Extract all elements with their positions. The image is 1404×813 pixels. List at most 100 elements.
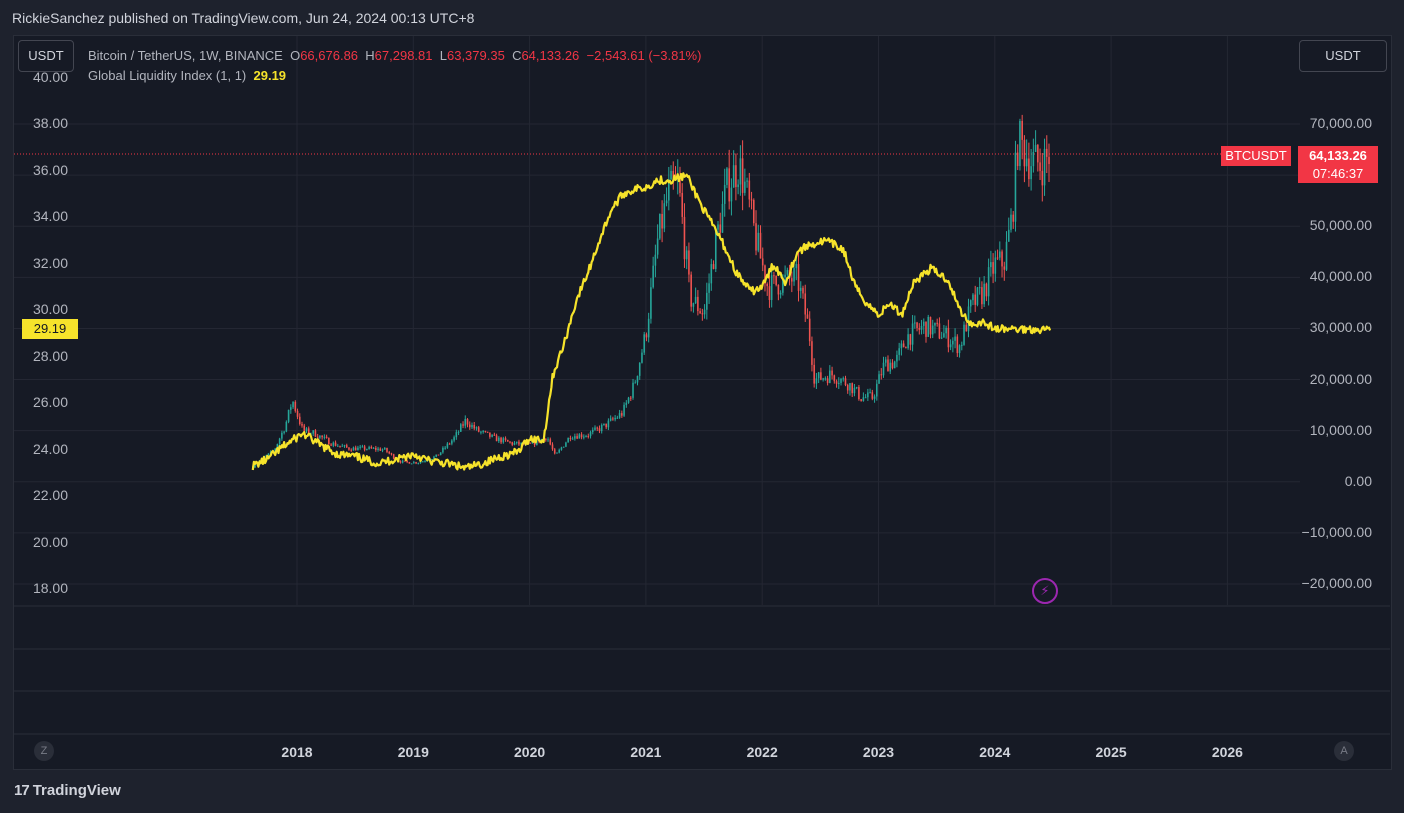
btc-candle: [822, 378, 824, 380]
btc-candle: [815, 378, 818, 384]
btc-candle: [352, 447, 355, 451]
countdown-tag: 07:46:37: [1298, 165, 1378, 183]
btc-candle: [486, 431, 489, 433]
last-price-tag: 64,133.26: [1298, 146, 1378, 166]
auto-scale-button[interactable]: A: [1334, 741, 1354, 761]
btc-candle: [862, 397, 865, 401]
btc-candle: [846, 385, 849, 391]
btc-candle: [1016, 152, 1019, 167]
btc-candle: [744, 181, 746, 193]
btc-candle: [1023, 139, 1026, 167]
btc-candle: [578, 434, 581, 439]
btc-candle: [466, 418, 469, 425]
legend-line-gli: Global Liquidity Index (1, 1) 29.19: [88, 66, 701, 86]
left-axis-tick: 20.00: [32, 533, 68, 550]
indicator-name[interactable]: Global Liquidity Index (1, 1): [88, 68, 246, 83]
high-value: 67,298.81: [374, 48, 433, 63]
btc-candle: [551, 444, 554, 450]
x-axis-tick: 2018: [281, 744, 313, 760]
btc-candle: [916, 322, 918, 329]
btc-candle: [773, 275, 775, 277]
chart-canvas[interactable]: [0, 0, 1404, 813]
btc-candle: [502, 438, 505, 443]
btc-candle: [976, 287, 979, 305]
btc-candle: [283, 431, 285, 433]
right-axis-tick: 50,000.00: [1309, 217, 1372, 234]
btc-candle: [529, 442, 531, 444]
btc-candle: [934, 322, 936, 326]
btc-candle: [509, 441, 511, 443]
btc-candle: [873, 396, 876, 399]
btc-candle: [632, 382, 634, 398]
btc-candle: [473, 424, 476, 429]
btc-candle: [614, 417, 616, 420]
btc-candle: [940, 337, 943, 339]
btc-candle: [650, 287, 652, 319]
btc-candle: [417, 463, 420, 465]
lightning-icon[interactable]: ⚡: [1032, 578, 1058, 604]
btc-candle: [688, 250, 690, 275]
symbol-price-tag: BTCUSDT: [1221, 146, 1291, 166]
btc-candle: [336, 445, 339, 447]
zoom-button[interactable]: Z: [34, 741, 54, 761]
btc-candle: [451, 440, 453, 444]
btc-candle: [562, 446, 565, 448]
btc-candle: [549, 439, 552, 445]
high-label: H: [365, 48, 375, 63]
btc-candle: [739, 158, 742, 185]
symbol-name[interactable]: Bitcoin / TetherUS, 1W, BINANCE: [88, 48, 283, 63]
btc-candle: [515, 441, 518, 443]
tradingview-brand: TradingView: [32, 782, 121, 799]
btc-candle: [958, 345, 961, 354]
btc-candle: [372, 447, 375, 449]
btc-candle: [884, 359, 887, 363]
btc-candle: [294, 401, 297, 411]
open-label: O: [290, 48, 301, 63]
right-unit-selector[interactable]: USDT: [1299, 40, 1387, 72]
change-value: −2,543.61 (−3.81%): [586, 48, 702, 63]
btc-candle: [813, 364, 815, 384]
btc-candle: [878, 374, 880, 384]
btc-candle: [587, 436, 590, 438]
btc-candle: [918, 328, 921, 330]
btc-candle: [726, 168, 728, 185]
btc-candle: [560, 447, 563, 450]
btc-candle: [480, 431, 482, 433]
btc-candle: [741, 158, 744, 193]
btc-candle: [777, 284, 780, 295]
btc-candle: [567, 437, 569, 443]
btc-candle: [882, 362, 885, 376]
btc-candle: [999, 251, 1001, 258]
left-axis-tick: 32.00: [32, 254, 68, 271]
btc-candle: [710, 264, 713, 284]
btc-candle: [665, 200, 668, 204]
btc-candle: [489, 432, 491, 437]
tradingview-logo[interactable]: 17 TradingView: [14, 782, 121, 799]
btc-candle: [914, 322, 916, 324]
btc-candle: [598, 428, 601, 432]
btc-candle: [1030, 166, 1032, 180]
btc-candle: [627, 397, 630, 403]
btc-candle: [708, 283, 710, 293]
btc-candle: [954, 336, 956, 341]
btc-candle: [388, 451, 391, 454]
btc-candle: [900, 343, 903, 349]
btc-candle: [350, 449, 353, 451]
btc-candle: [699, 311, 701, 314]
btc-candle: [641, 352, 643, 363]
right-axis-tick: 0.00: [1344, 472, 1372, 489]
btc-candle: [513, 442, 516, 445]
btc-candle: [891, 362, 894, 369]
btc-candle: [354, 447, 357, 451]
left-unit-selector[interactable]: USDT: [18, 40, 74, 72]
btc-candle: [806, 314, 809, 319]
btc-candle: [399, 461, 402, 463]
btc-candle: [990, 262, 992, 268]
btc-candle: [363, 446, 366, 450]
btc-candle: [817, 372, 820, 379]
gli-value-badge: 29.19: [22, 319, 78, 339]
btc-candle: [927, 316, 930, 337]
btc-candle: [802, 287, 804, 294]
btc-candle: [768, 286, 771, 301]
btc-candle: [721, 203, 724, 233]
